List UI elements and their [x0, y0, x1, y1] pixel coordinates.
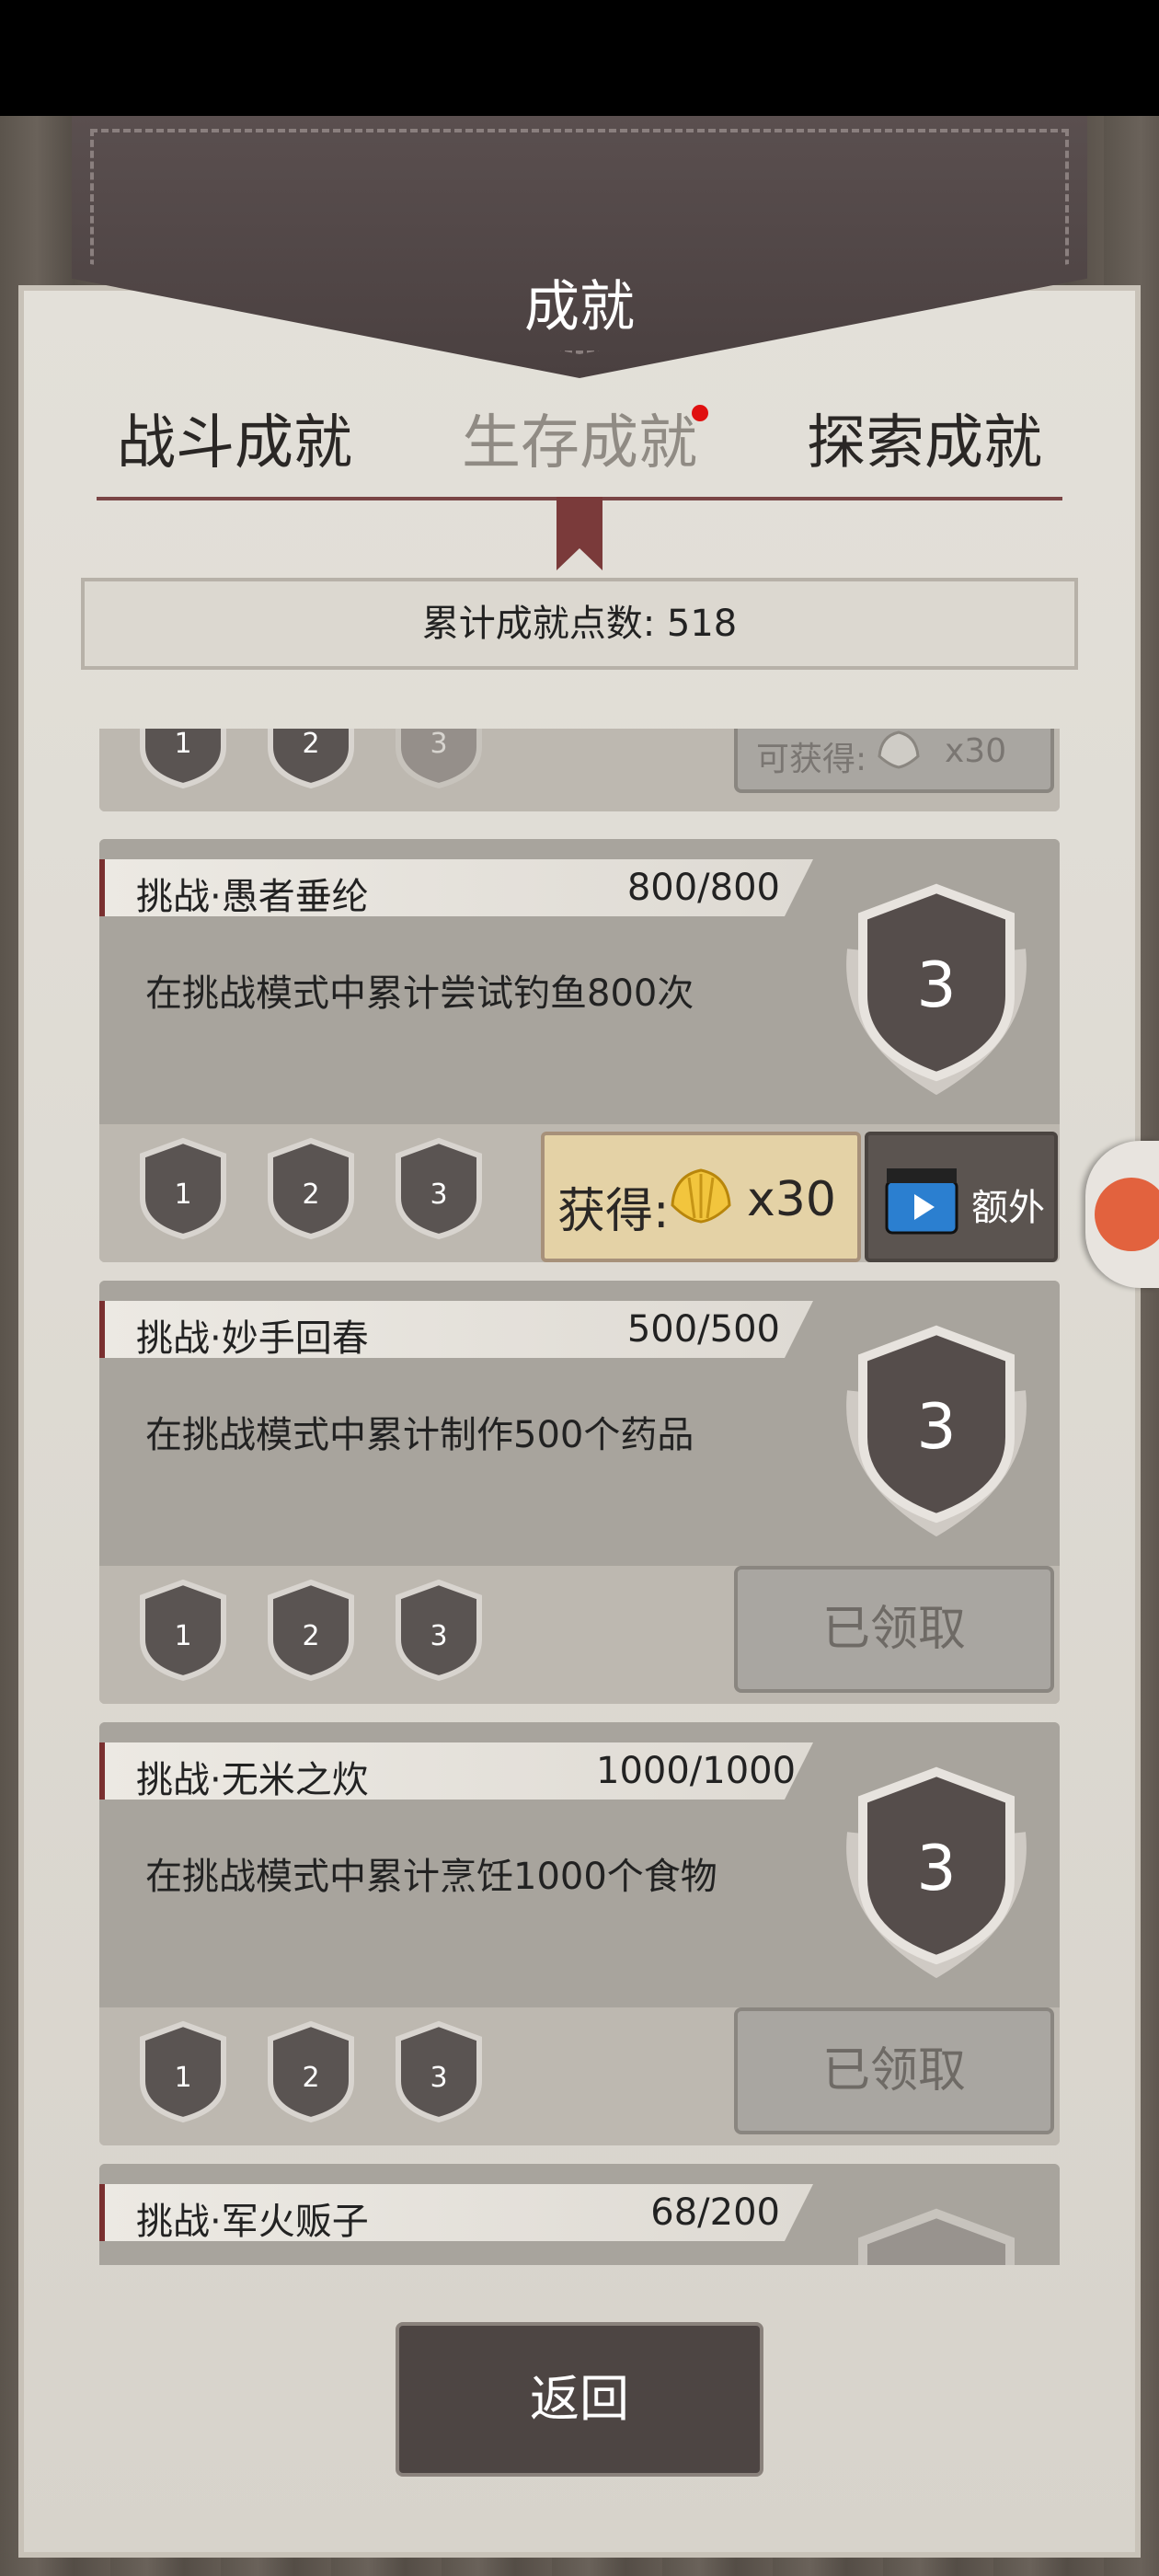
back-button[interactable]: 返回 — [396, 2322, 763, 2477]
tier-badge-2-icon: 2 — [268, 1579, 354, 1682]
total-points-panel: 累计成就点数: 518 — [81, 578, 1078, 670]
shell-icon — [878, 730, 920, 769]
tab-combat[interactable]: 战斗成就 — [97, 396, 373, 480]
tab-exploration[interactable]: 探索成就 — [786, 396, 1062, 480]
status-bar — [0, 0, 1159, 116]
achievement-name: 挑战·愚者垂纶 — [136, 876, 369, 918]
claimed-label: 已领取 — [821, 2043, 966, 2099]
tier-badge-1-icon: 1 — [140, 1579, 226, 1682]
achievement-level-badge-icon: 3 — [846, 1766, 1027, 1979]
floating-side-tab[interactable] — [1085, 1141, 1159, 1288]
achievement-progress: 500/500 — [626, 1308, 780, 1351]
svg-text:3: 3 — [430, 2062, 447, 2094]
svg-text:1: 1 — [174, 1620, 191, 1652]
tab-survival[interactable]: 生存成就 — [442, 396, 717, 480]
svg-text:3: 3 — [430, 1179, 447, 1211]
svg-text:3: 3 — [430, 1620, 447, 1652]
svg-text:3: 3 — [430, 729, 447, 760]
floating-ball-icon — [1095, 1178, 1159, 1251]
tier-badge-3-icon: 3 — [396, 1137, 482, 1240]
tier-badge-2-icon: 2 — [268, 1137, 354, 1240]
svg-text:2: 2 — [302, 729, 319, 760]
reward-amount: x30 — [747, 1172, 836, 1227]
achievement-card: 挑战·无米之炊 1000/1000 在挑战模式中累计烹饪1000个食物 3 1 … — [99, 1722, 1060, 2145]
achievement-card-partial: 1 2 3 可获得: x30 — [99, 729, 1060, 811]
claim-reward-button[interactable]: 获得: x30 — [541, 1132, 861, 1262]
svg-text:2: 2 — [302, 2062, 319, 2094]
tier-badge-3-icon: 3 — [396, 729, 482, 789]
reward-label: 获得: — [557, 1184, 670, 1239]
tier-badge-2-icon: 2 — [268, 729, 354, 789]
achievement-level-badge-icon: 3 — [846, 1325, 1027, 1537]
tab-bar: 战斗成就 生存成就 探索成就 — [97, 396, 1062, 497]
tier-badge-1-icon: 1 — [140, 2020, 226, 2123]
achievement-name: 挑战·妙手回春 — [136, 1317, 369, 1360]
svg-text:3: 3 — [916, 949, 956, 1022]
achievement-list[interactable]: 1 2 3 可获得: x30 挑战·愚者垂纶 800/800 在挑战模式中累计尝… — [99, 729, 1060, 2265]
tier-badge-1-icon: 1 — [140, 729, 226, 789]
achievement-progress: 68/200 — [650, 2191, 780, 2234]
tier-badge-1-icon: 1 — [140, 1137, 226, 1240]
extra-reward-video-button[interactable]: 额外 — [865, 1132, 1058, 1262]
tier-badge-3-icon: 3 — [396, 1579, 482, 1682]
page-title: 成就 — [524, 275, 635, 339]
achievement-description: 在挑战模式中累计尝试钓鱼800次 — [145, 972, 694, 1015]
tier-badge-3-icon: 3 — [396, 2020, 482, 2123]
video-clapper-icon — [885, 1168, 958, 1235]
achievement-name: 挑战·无米之炊 — [136, 1759, 369, 1801]
svg-text:2: 2 — [302, 1179, 319, 1211]
svg-text:1: 1 — [174, 729, 191, 760]
achievement-description: 在挑战模式中累计烹饪1000个食物 — [145, 1856, 717, 1898]
svg-text:3: 3 — [916, 1391, 956, 1464]
achievement-card: 挑战·妙手回春 500/500 在挑战模式中累计制作500个药品 3 1 2 3… — [99, 1281, 1060, 1704]
tier-badge-2-icon: 2 — [268, 2020, 354, 2123]
total-points-text: 累计成就点数: 518 — [421, 603, 738, 645]
notification-dot — [692, 405, 708, 421]
reward-preview-button[interactable]: 可获得: x30 — [734, 729, 1054, 793]
back-label: 返回 — [530, 2370, 629, 2428]
achievement-card: 挑战·军火贩子 68/200 — [99, 2164, 1060, 2265]
achievement-name: 挑战·军火贩子 — [136, 2201, 369, 2243]
claimed-label: 已领取 — [821, 1602, 966, 1657]
achievement-progress: 1000/1000 — [596, 1750, 797, 1792]
svg-text:2: 2 — [302, 1620, 319, 1652]
svg-text:3: 3 — [916, 1833, 956, 1905]
svg-text:1: 1 — [174, 1179, 191, 1211]
claimed-button[interactable]: 已领取 — [734, 1566, 1054, 1693]
achievement-progress: 800/800 — [626, 867, 780, 909]
achievement-card: 挑战·愚者垂纶 800/800 在挑战模式中累计尝试钓鱼800次 3 1 2 3… — [99, 839, 1060, 1262]
claimed-button[interactable]: 已领取 — [734, 2007, 1054, 2134]
svg-text:1: 1 — [174, 2062, 191, 2094]
shell-icon — [671, 1168, 731, 1224]
achievement-level-badge-icon — [858, 2208, 1015, 2265]
achievement-description: 在挑战模式中累计制作500个药品 — [145, 1414, 694, 1456]
extra-label: 额外 — [971, 1187, 1045, 1229]
achievement-level-badge-icon: 3 — [846, 883, 1027, 1096]
